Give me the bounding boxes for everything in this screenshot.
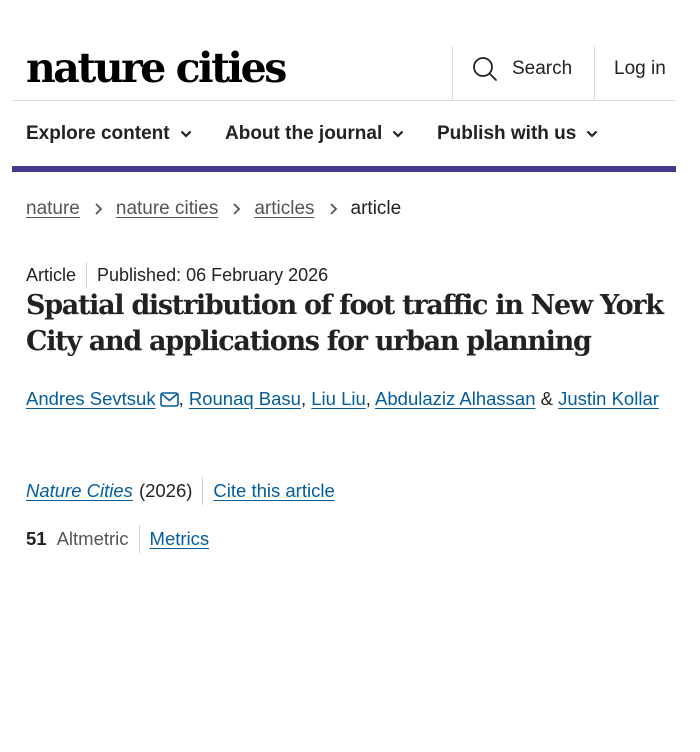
metrics-row: 51 Altmetric Metrics: [26, 525, 209, 553]
breadcrumb: nature nature cities articles article: [26, 196, 401, 222]
nav-label: Publish with us: [437, 123, 577, 144]
chevron-right-icon: [95, 203, 103, 215]
nav-explore-content[interactable]: Explore content: [26, 121, 192, 147]
chevron-right-icon: [329, 203, 337, 215]
author-link[interactable]: Abdulaziz Alhassan: [375, 388, 535, 409]
author-list: Andres Sevtsuk, Rounaq Basu, Liu Liu, Ab…: [26, 380, 666, 420]
site-header: nature cities Search Log in: [12, 40, 676, 101]
article-title: Spatial distribution of foot traffic in …: [26, 290, 664, 357]
author-separator: ,: [178, 388, 184, 409]
metrics-link[interactable]: Metrics: [150, 528, 210, 550]
search-button[interactable]: Search: [472, 54, 572, 84]
author-link[interactable]: Liu Liu: [311, 388, 366, 409]
header-divider: [594, 46, 595, 101]
author-ampersand: &: [540, 388, 553, 409]
login-button[interactable]: Log in: [614, 54, 666, 84]
mail-icon[interactable]: [159, 382, 179, 420]
author-link[interactable]: Andres Sevtsuk: [26, 388, 156, 409]
altmetric-label: Altmetric: [57, 525, 140, 553]
publication-year: (2026): [139, 477, 204, 505]
cite-article-link[interactable]: Cite this article: [213, 480, 334, 502]
author-link[interactable]: Justin Kollar: [558, 388, 659, 409]
nav-label: Explore content: [26, 123, 170, 144]
login-label: Log in: [614, 58, 666, 79]
breadcrumb-link-nature[interactable]: nature: [26, 198, 80, 220]
chevron-right-icon: [233, 203, 241, 215]
chevron-down-icon: [586, 129, 598, 139]
site-logo[interactable]: nature cities: [26, 46, 287, 90]
breadcrumb-link-articles[interactable]: articles: [254, 198, 314, 220]
search-icon: [472, 56, 498, 82]
chevron-down-icon: [180, 129, 192, 139]
search-label: Search: [512, 58, 573, 79]
citation-row: Nature Cities (2026) Cite this article: [26, 477, 335, 505]
author-separator: ,: [365, 388, 371, 409]
altmetric-count: 51: [26, 528, 47, 549]
nav-label: About the journal: [225, 123, 383, 144]
chevron-down-icon: [392, 129, 404, 139]
breadcrumb-link-nature-cities[interactable]: nature cities: [116, 198, 218, 220]
publish-date: Published: 06 February 2026: [97, 264, 329, 285]
breadcrumb-current: article: [350, 198, 402, 219]
author-link[interactable]: Rounaq Basu: [189, 388, 301, 409]
article-meta: Article Published: 06 February 2026: [26, 262, 328, 288]
author-separator: ,: [300, 388, 307, 409]
journal-link[interactable]: Nature Cities: [26, 480, 133, 502]
header-divider: [452, 46, 453, 101]
nav-about-journal[interactable]: About the journal: [225, 121, 404, 147]
article-type: Article: [26, 262, 88, 288]
main-nav: Explore content About the journal Publis…: [12, 102, 676, 172]
nav-publish-with-us[interactable]: Publish with us: [437, 121, 598, 147]
